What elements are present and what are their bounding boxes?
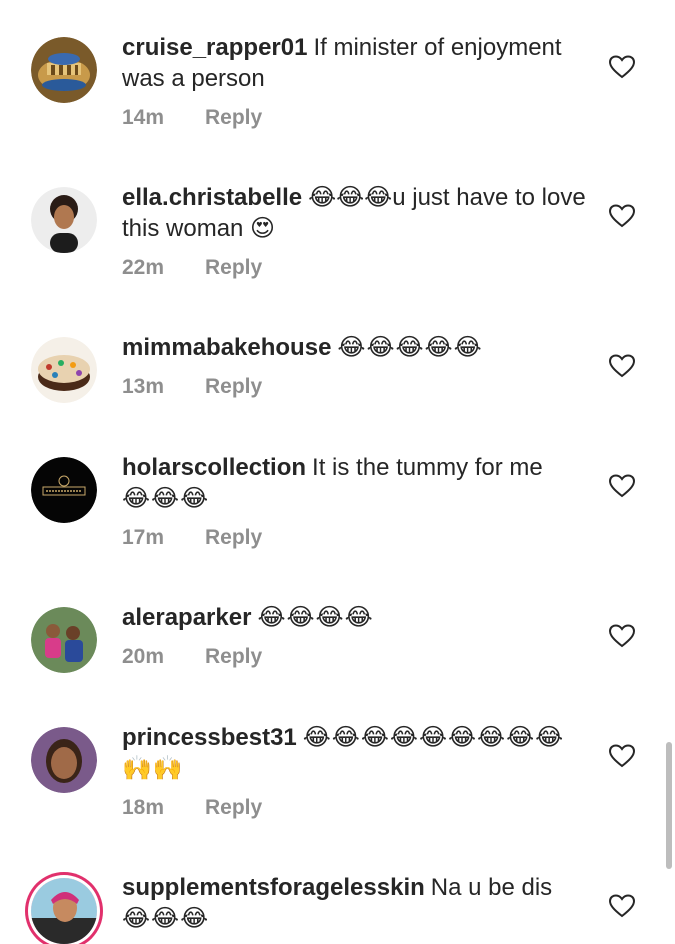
comment-text: Na u be dis bbox=[430, 874, 553, 901]
comment-time: 14m bbox=[122, 106, 165, 129]
comment-emojis: 😂😂😂 bbox=[122, 485, 210, 512]
heart-outline-icon[interactable] bbox=[609, 474, 635, 498]
comment-time: 17m bbox=[122, 526, 165, 549]
scrollbar[interactable] bbox=[666, 742, 672, 869]
comment-meta: 22m Reply bbox=[122, 252, 592, 283]
comment-content: mimmabakehouse 😂😂😂😂😂 13m Reply bbox=[122, 332, 592, 402]
comment-username[interactable]: mimmabakehouse bbox=[122, 334, 331, 361]
comment-content: ella.christabelle 😂😂😂u just have to love … bbox=[122, 182, 592, 283]
avatar[interactable] bbox=[31, 337, 97, 403]
heart-outline-icon[interactable] bbox=[609, 894, 635, 918]
comment-meta: 18m Reply bbox=[122, 792, 592, 823]
comment-username[interactable]: supplementsforagelesskin bbox=[122, 874, 425, 901]
woman-portrait-icon bbox=[31, 878, 97, 944]
woman-portrait-icon bbox=[31, 187, 97, 253]
heart-outline-icon[interactable] bbox=[609, 55, 635, 79]
avatar[interactable] bbox=[31, 727, 97, 793]
comment-meta: 20m Reply bbox=[122, 641, 592, 672]
architecture-icon bbox=[31, 37, 97, 103]
comment-username[interactable]: cruise_rapper01 bbox=[122, 34, 307, 61]
family-photo-icon bbox=[31, 607, 97, 673]
heart-outline-icon[interactable] bbox=[609, 624, 635, 648]
avatar[interactable] bbox=[31, 878, 97, 944]
comment-content: supplementsforagelesskin Na u be dis 😂😂😂 bbox=[122, 872, 592, 934]
woman-portrait-icon bbox=[31, 727, 97, 793]
comment-emojis: 😂😂😂😂😂 bbox=[337, 334, 483, 361]
reply-button[interactable]: Reply bbox=[205, 796, 262, 819]
comment-time: 20m bbox=[122, 645, 165, 668]
reply-button[interactable]: Reply bbox=[205, 375, 262, 398]
comment-username[interactable]: ella.christabelle bbox=[122, 184, 302, 211]
comment-meta: 13m Reply bbox=[122, 371, 592, 402]
cake-icon bbox=[31, 337, 97, 403]
brand-logo-icon bbox=[31, 457, 97, 523]
heart-outline-icon[interactable] bbox=[609, 744, 635, 768]
heart-outline-icon[interactable] bbox=[609, 204, 635, 228]
comment-content: princessbest31 😂😂😂😂😂😂😂😂😂🙌🙌 18m Reply bbox=[122, 722, 592, 823]
comment-meta: 17m Reply bbox=[122, 522, 592, 553]
comment-username[interactable]: holarscollection bbox=[122, 454, 306, 481]
comment-username[interactable]: princessbest31 bbox=[122, 724, 297, 751]
comment-time: 22m bbox=[122, 256, 165, 279]
comment-meta: 14m Reply bbox=[122, 102, 592, 133]
reply-button[interactable]: Reply bbox=[205, 256, 262, 279]
comment-emojis: 😂😂😂 bbox=[122, 905, 210, 932]
comment-content: holarscollection It is the tummy for me 😂… bbox=[122, 452, 592, 553]
avatar[interactable] bbox=[31, 607, 97, 673]
heart-outline-icon[interactable] bbox=[609, 354, 635, 378]
comment-username[interactable]: aleraparker bbox=[122, 604, 251, 631]
avatar[interactable] bbox=[31, 457, 97, 523]
comment-content: aleraparker 😂😂😂😂 20m Reply bbox=[122, 602, 592, 672]
reply-button[interactable]: Reply bbox=[205, 106, 262, 129]
comment-text: It is the tummy for me bbox=[312, 454, 543, 481]
comment-time: 13m bbox=[122, 375, 165, 398]
avatar[interactable] bbox=[31, 37, 97, 103]
comment-content: cruise_rapper01 If minister of enjoyment … bbox=[122, 32, 592, 133]
reply-button[interactable]: Reply bbox=[205, 645, 262, 668]
comment-emojis: 😂😂😂😂 bbox=[257, 604, 374, 631]
comment-time: 18m bbox=[122, 796, 165, 819]
avatar[interactable] bbox=[31, 187, 97, 253]
reply-button[interactable]: Reply bbox=[205, 526, 262, 549]
